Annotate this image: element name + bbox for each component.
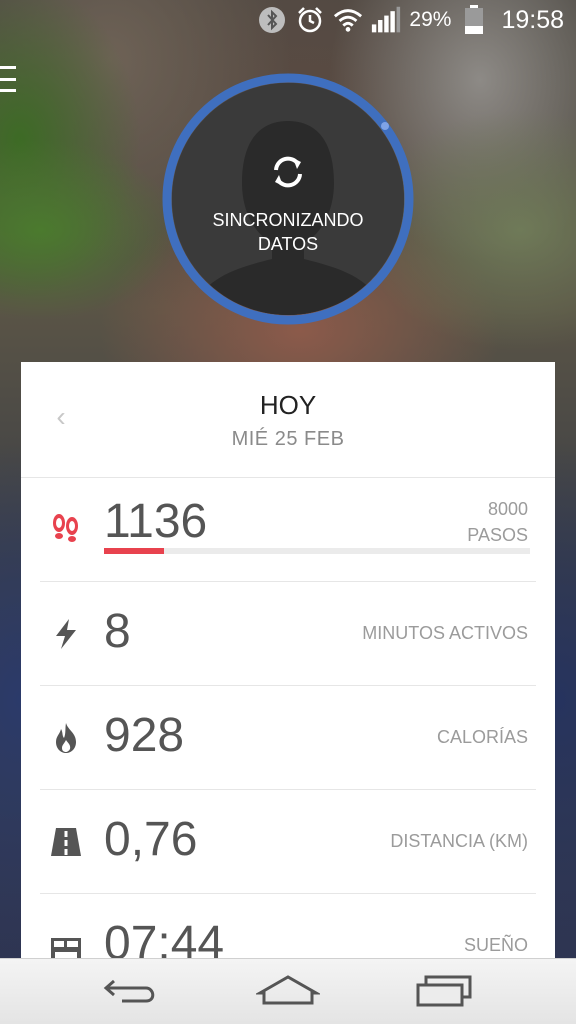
- battery-icon: [459, 5, 489, 35]
- footsteps-icon: [53, 514, 78, 542]
- active-minutes-value: 8: [104, 605, 131, 658]
- navigation-bar: [0, 958, 576, 1024]
- signal-icon: [371, 5, 401, 35]
- sync-icon: [274, 156, 302, 188]
- menu-line-icon: [0, 89, 16, 92]
- flame-icon: [56, 723, 76, 753]
- wifi-icon: [333, 5, 363, 35]
- steps-goal: 8000 PASOS: [467, 496, 528, 548]
- steps-row[interactable]: 1136 8000 PASOS: [40, 478, 536, 582]
- steps-value: 1136: [104, 495, 208, 548]
- steps-progress-fill: [104, 548, 165, 554]
- battery-percent: 29%: [409, 8, 452, 31]
- sync-line-1: SINCRONIZANDO: [212, 210, 364, 230]
- home-icon[interactable]: [256, 973, 320, 1009]
- steps-goal-value: 8000: [487, 499, 528, 519]
- steps-unit: PASOS: [467, 525, 528, 545]
- sleep-value: 07:44: [104, 917, 225, 963]
- menu-line-icon: [0, 77, 16, 81]
- road-icon: [51, 828, 81, 856]
- lightning-icon: [56, 619, 76, 649]
- distance-row[interactable]: 0,76 DISTANCIA (KM): [40, 790, 536, 894]
- card-header: ‹ HOY MIÉ 25 FEB: [21, 362, 555, 478]
- menu-button[interactable]: [0, 66, 18, 92]
- calories-row[interactable]: 928 CALORÍAS: [40, 686, 536, 790]
- active-minutes-label: MINUTOS ACTIVOS: [362, 623, 528, 643]
- back-icon[interactable]: [100, 973, 164, 1009]
- calories-label: CALORÍAS: [436, 727, 528, 747]
- calories-value: 928: [104, 709, 185, 762]
- status-bar: 29% 19:58: [0, 0, 576, 40]
- sleep-row[interactable]: 07:44 SUEÑO: [40, 894, 536, 962]
- active-minutes-row[interactable]: 8 MINUTOS ACTIVOS: [40, 582, 536, 686]
- distance-value: 0,76: [104, 813, 198, 866]
- menu-line-icon: [0, 66, 16, 69]
- distance-label: DISTANCIA (KM): [390, 831, 528, 851]
- sync-line-2: DATOS: [257, 234, 319, 254]
- bluetooth-icon: [257, 5, 287, 35]
- date-label: MIÉ 25 FEB: [231, 428, 345, 450]
- sync-status-text: SINCRONIZANDO DATOS: [172, 208, 404, 256]
- sleep-label: SUEÑO: [463, 935, 528, 955]
- recents-icon[interactable]: [412, 973, 476, 1009]
- sync-progress-ring: [162, 73, 414, 325]
- alarm-icon: [295, 5, 325, 35]
- clock-time: 19:58: [501, 5, 564, 34]
- steps-progress-bar: [104, 548, 530, 554]
- day-title: HOY: [259, 390, 317, 420]
- daily-summary-card: ‹ HOY MIÉ 25 FEB 1136 8000 PASOS 8 MINUT…: [21, 362, 555, 962]
